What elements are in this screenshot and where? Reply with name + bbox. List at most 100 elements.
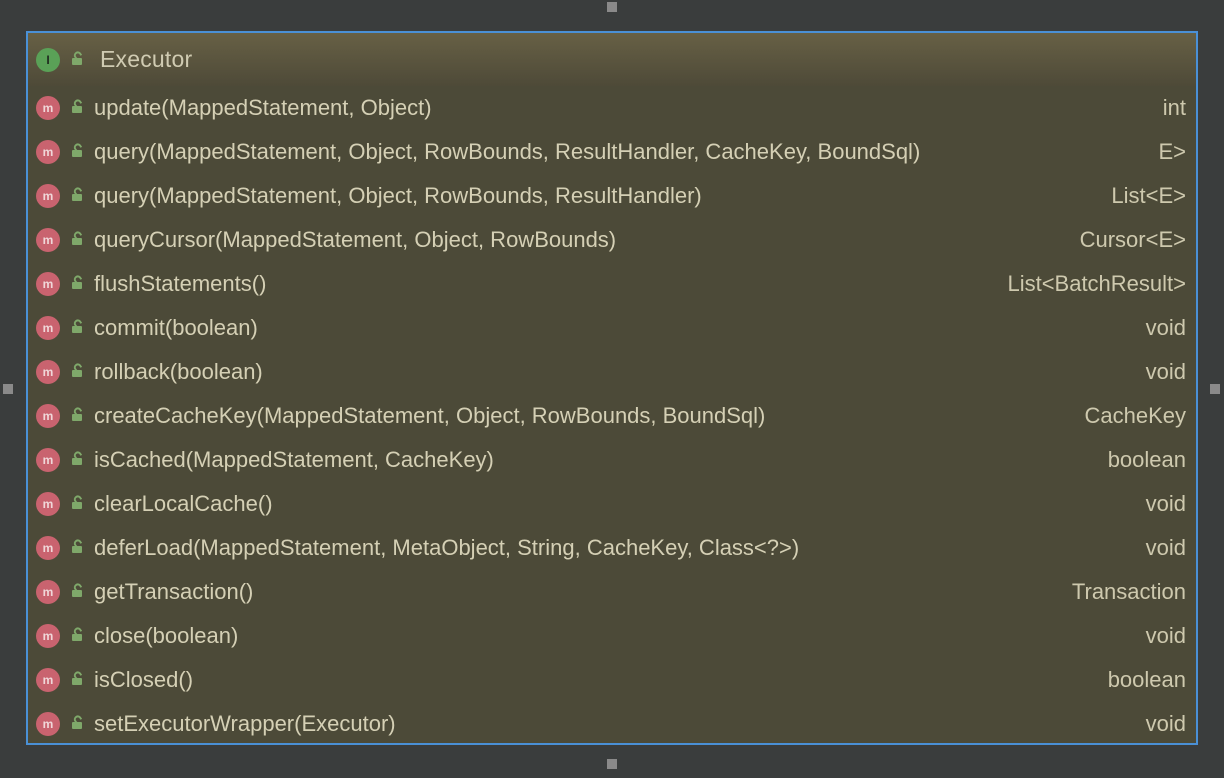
method-signature: close(boolean) [94,623,1130,649]
method-icon-letter: m [43,365,54,379]
method-row[interactable]: m rollback(boolean) void [28,350,1196,394]
selection-handle-left[interactable] [3,384,13,394]
method-return-type: Transaction [1066,579,1186,605]
lock-open-icon [70,101,84,115]
method-return-type: boolean [1102,447,1186,473]
method-icon: m [36,184,60,208]
method-row[interactable]: m queryCursor(MappedStatement, Object, Ro… [28,218,1196,262]
method-icon-letter: m [43,145,54,159]
method-signature: isClosed() [94,667,1092,693]
method-row[interactable]: m setExecutorWrapper(Executor) void [28,702,1196,743]
method-row[interactable]: m flushStatements() List<BatchResult> [28,262,1196,306]
method-signature: commit(boolean) [94,315,1130,341]
method-icon: m [36,492,60,516]
method-return-type: List<BatchResult> [1001,271,1186,297]
method-icon-letter: m [43,189,54,203]
method-icon: m [36,316,60,340]
method-signature: deferLoad(MappedStatement, MetaObject, S… [94,535,1130,561]
method-icon-letter: m [43,453,54,467]
lock-open-icon [70,365,84,379]
lock-open-icon [70,717,84,731]
method-row[interactable]: m query(MappedStatement, Object, RowBound… [28,174,1196,218]
method-return-type: void [1140,315,1186,341]
method-icon: m [36,668,60,692]
method-signature: flushStatements() [94,271,991,297]
lock-open-icon [70,233,84,247]
method-row[interactable]: m clearLocalCache() void [28,482,1196,526]
method-icon: m [36,580,60,604]
method-list: m update(MappedStatement, Object) int m quer… [28,86,1196,743]
method-row[interactable]: m close(boolean) void [28,614,1196,658]
method-row[interactable]: m deferLoad(MappedStatement, MetaObject, … [28,526,1196,570]
method-icon: m [36,140,60,164]
method-icon-letter: m [43,321,54,335]
method-row[interactable]: m isCached(MappedStatement, CacheKey) bool… [28,438,1196,482]
method-icon: m [36,360,60,384]
lock-open-icon [70,321,84,335]
method-icon: m [36,712,60,736]
method-signature: update(MappedStatement, Object) [94,95,1147,121]
method-icon: m [36,96,60,120]
method-return-type: int [1157,95,1186,121]
method-icon: m [36,448,60,472]
method-signature: rollback(boolean) [94,359,1130,385]
method-icon: m [36,228,60,252]
lock-open-icon [70,673,84,687]
method-return-type: E> [1152,139,1186,165]
method-signature: isCached(MappedStatement, CacheKey) [94,447,1092,473]
method-return-type: void [1140,711,1186,737]
method-signature: setExecutorWrapper(Executor) [94,711,1130,737]
lock-open-icon [70,277,84,291]
lock-open-icon [70,585,84,599]
interface-icon: I [36,48,60,72]
lock-open-icon [70,629,84,643]
method-icon-letter: m [43,629,54,643]
lock-open-icon [70,497,84,511]
selection-handle-bottom[interactable] [607,759,617,769]
selection-handle-right[interactable] [1210,384,1220,394]
lock-open-icon [70,189,84,203]
method-row[interactable]: m update(MappedStatement, Object) int [28,86,1196,130]
lock-open-icon [70,409,84,423]
method-icon: m [36,624,60,648]
method-return-type: CacheKey [1078,403,1186,429]
lock-open-icon [70,541,84,555]
method-return-type: boolean [1102,667,1186,693]
method-return-type: void [1140,491,1186,517]
lock-open-icon [70,145,84,159]
method-return-type: Cursor<E> [1074,227,1186,253]
method-signature: createCacheKey(MappedStatement, Object, … [94,403,1068,429]
method-signature: query(MappedStatement, Object, RowBounds… [94,139,1142,165]
method-icon-letter: m [43,585,54,599]
method-row[interactable]: m isClosed() boolean [28,658,1196,702]
method-signature: queryCursor(MappedStatement, Object, Row… [94,227,1064,253]
selection-handle-top[interactable] [607,2,617,12]
method-icon-letter: m [43,409,54,423]
method-row[interactable]: m createCacheKey(MappedStatement, Object,… [28,394,1196,438]
method-row[interactable]: m getTransaction() Transaction [28,570,1196,614]
method-return-type: void [1140,359,1186,385]
method-return-type: void [1140,623,1186,649]
method-signature: clearLocalCache() [94,491,1130,517]
method-icon-letter: m [43,541,54,555]
structure-header[interactable]: I Executor [28,33,1196,86]
interface-icon-letter: I [46,53,49,67]
method-return-type: List<E> [1105,183,1186,209]
method-row[interactable]: m query(MappedStatement, Object, RowBound… [28,130,1196,174]
method-icon-letter: m [43,233,54,247]
method-icon: m [36,536,60,560]
lock-open-icon [70,453,84,467]
class-title: Executor [100,46,192,73]
method-icon-letter: m [43,717,54,731]
method-row[interactable]: m commit(boolean) void [28,306,1196,350]
method-icon-letter: m [43,101,54,115]
method-return-type: void [1140,535,1186,561]
method-icon: m [36,272,60,296]
method-signature: query(MappedStatement, Object, RowBounds… [94,183,1095,209]
method-signature: getTransaction() [94,579,1056,605]
method-icon: m [36,404,60,428]
lock-open-icon [70,53,84,67]
method-icon-letter: m [43,277,54,291]
method-icon-letter: m [43,673,54,687]
structure-panel: I Executor m update(MappedStatement, Obje… [26,31,1198,745]
